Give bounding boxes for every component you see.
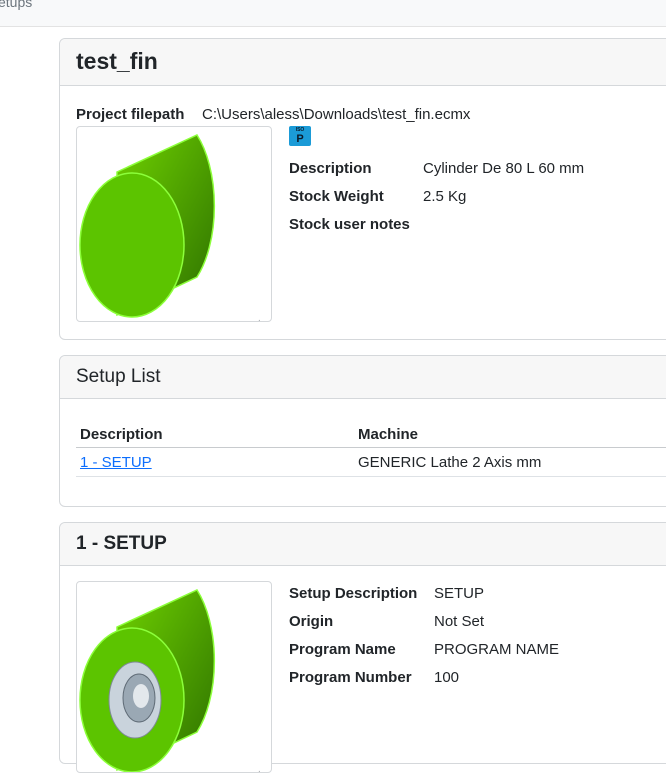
stock-weight-value: 2.5 Kg bbox=[423, 188, 467, 205]
beta-watermark: beta bbox=[245, 764, 265, 772]
cylinder-stock-icon bbox=[79, 134, 216, 318]
setup-description-label: Setup Description bbox=[289, 585, 418, 602]
description-label: Description bbox=[289, 160, 372, 177]
stock-user-notes-label: Stock user notes bbox=[289, 216, 410, 233]
project-title: test_fin bbox=[76, 48, 158, 74]
setup-table: Description Machine 1 - SETUP GENERIC La… bbox=[76, 420, 666, 477]
stock-preview-image: beta bbox=[76, 126, 272, 322]
program-number-value: 100 bbox=[434, 669, 460, 686]
description-value: Cylinder De 80 L 60 mm bbox=[423, 160, 585, 177]
filepath-value: C:\Users\aless\Downloads\test_fin.ecmx bbox=[202, 106, 471, 123]
setup-description-value: SETUP bbox=[434, 585, 485, 602]
top-nav-bar: etups bbox=[0, 0, 666, 27]
table-header-row: Description Machine bbox=[76, 420, 666, 448]
setup-list-header: Setup List bbox=[60, 356, 666, 399]
setup-preview-image: beta bbox=[76, 581, 272, 773]
column-header-machine: Machine bbox=[354, 420, 666, 448]
setup-description-cell: 1 - SETUP bbox=[76, 447, 354, 477]
setup-link[interactable]: 1 - SETUP bbox=[80, 454, 152, 471]
beta-watermark: beta bbox=[245, 313, 265, 321]
stock-weight-label: Stock Weight bbox=[289, 188, 384, 205]
setup-list-card: Setup List Description Machine 1 - SETUP… bbox=[59, 355, 666, 507]
origin-label: Origin bbox=[289, 613, 334, 630]
machine-cell: GENERIC Lathe 2 Axis mm bbox=[354, 447, 666, 477]
cylinder-with-bore-icon bbox=[79, 589, 216, 772]
setup-list-title: Setup List bbox=[76, 366, 161, 387]
iso-p-material-icon: ISO P bbox=[289, 126, 311, 146]
project-card-header: test_fin bbox=[60, 39, 666, 86]
setups-nav-link[interactable]: etups bbox=[0, 0, 32, 10]
setup-detail-card: 1 - SETUP beta Setup Description SETUP O… bbox=[59, 522, 666, 773]
column-header-description: Description bbox=[76, 420, 354, 448]
setup-title: 1 - SETUP bbox=[76, 533, 167, 554]
setup-detail-header: 1 - SETUP bbox=[60, 523, 666, 566]
program-name-value: PROGRAM NAME bbox=[434, 641, 560, 658]
program-number-label: Program Number bbox=[289, 669, 412, 686]
project-card: test_fin Project filepath C:\Users\aless… bbox=[59, 38, 666, 340]
filepath-label: Project filepath bbox=[76, 106, 185, 123]
origin-value: Not Set bbox=[434, 613, 485, 630]
program-name-label: Program Name bbox=[289, 641, 396, 658]
table-row: 1 - SETUP GENERIC Lathe 2 Axis mm bbox=[76, 447, 666, 477]
